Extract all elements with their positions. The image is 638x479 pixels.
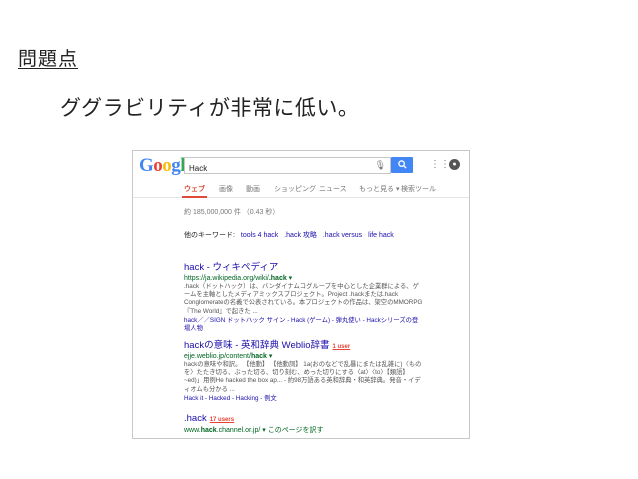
account-avatar[interactable]: ● [449,159,460,170]
microphone-icon[interactable]: 🎙 [375,160,386,171]
tab-more[interactable]: もっと見る ▾ [359,184,399,194]
hatena-bookmark-badge[interactable]: 17 users [210,417,234,423]
hatena-bookmark-badge[interactable]: 1 user [333,344,351,350]
result-title-link[interactable]: .hack 17 users [184,413,424,424]
result-title-link[interactable]: hack - ウィキペディア [184,259,424,273]
search-result: hack - ウィキペディア https://ja.wikipedia.org/… [184,259,424,333]
result-url: ejje.weblio.jp/content/hack ▾ [184,353,273,360]
tab-web[interactable]: ウェブ [182,184,207,198]
related-link[interactable]: .hack 攻略 [284,232,317,239]
result-snippet: hackの意味や和訳。 【他動】 【他動詞】 1a(おのなどで乱暴にまたは乱雑に… [184,361,422,393]
slide-text: ググラビリティが非常に低い。 [60,96,360,120]
tab-search-tools[interactable]: 検索ツール [401,184,436,194]
search-input[interactable] [185,161,373,176]
tab-images[interactable]: 画像 [219,184,233,194]
tab-news[interactable]: ニュース [319,184,347,194]
slide-heading: 問題点 [18,48,79,70]
related-link[interactable]: life hack [368,232,394,239]
related-keywords: 他のキーワード: tools 4 hack .hack 攻略 .hack ver… [184,230,394,240]
search-header: Google 🎙 ⋮⋮⋮ ● [133,151,469,179]
search-button[interactable] [391,157,413,173]
result-url: www.hack.channel.or.jp/ ▾ このページを訳す [184,427,324,434]
result-sitelinks[interactable]: hack／／SIGN ドットハック サイン - Hack (ゲーム) - 弾丸使… [184,317,424,333]
result-url: https://ja.wikipedia.org/wiki/.hack ▾ [184,275,293,282]
related-link[interactable]: tools 4 hack [241,232,278,239]
search-tabs: ウェブ 画像 動画 ショッピング ニュース もっと見る ▾ 検索ツール [133,181,469,198]
search-box: 🎙 [184,157,391,176]
result-title-link[interactable]: hackの意味 - 英和辞典 Weblio辞書 1 user [184,337,424,351]
result-snippet: .hack（ドットハック）は、バンダイナムコグループを中心とした企業群による、ゲ… [184,283,423,315]
related-label: 他のキーワード: [184,232,235,239]
google-search-screenshot: Google 🎙 ⋮⋮⋮ ● ウェブ 画像 動画 ショッピング ニュース もっと… [132,150,470,439]
search-result: hackの意味 - 英和辞典 Weblio辞書 1 user ejje.webli… [184,337,424,403]
search-result: .hack 17 users www.hack.channel.or.jp/ ▾ … [184,413,424,435]
search-icon [397,160,407,169]
result-stats: 約 185,000,000 件 （0.43 秒） [184,209,280,216]
tab-videos[interactable]: 動画 [246,184,260,194]
result-sitelinks[interactable]: Hack it - Hacked - Hacking - 例文 [184,395,424,403]
related-link[interactable]: .hack versus [323,232,362,239]
tab-shopping[interactable]: ショッピング [274,184,316,194]
